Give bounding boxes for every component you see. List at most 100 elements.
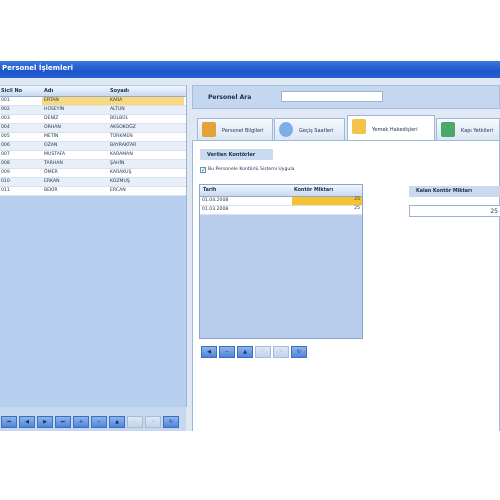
- remaining-value: 25: [409, 205, 500, 217]
- nav-delete-button[interactable]: −: [91, 416, 107, 428]
- cell-id: 010: [1, 179, 10, 184]
- cell-surname: KARAKUŞ: [110, 170, 132, 175]
- cell-name: DENİZ: [44, 116, 59, 121]
- section-title: Verilen Kontörler: [200, 149, 273, 160]
- cell-surname: BÜLBÜL: [110, 116, 129, 121]
- cell-surname: ERCAN: [110, 188, 126, 193]
- left-panel: Sicil No Adı Soyadı 001 ERTAN KARA 002 HÜSEY…: [0, 85, 187, 431]
- nav-edit-button[interactable]: ▲: [109, 416, 125, 428]
- column-header-name[interactable]: Adı: [44, 88, 53, 94]
- personnel-grid[interactable]: Sicil No Adı Soyadı 001 ERTAN KARA 002 HÜSEY…: [0, 85, 187, 407]
- table-row[interactable]: 01.04.2008 25: [200, 197, 362, 206]
- cell-name: METİN: [44, 134, 59, 139]
- nav-edit-button[interactable]: ▲: [237, 346, 253, 358]
- tab-label: Kapı Yetkileri: [461, 128, 494, 134]
- cell-id: 008: [1, 161, 10, 166]
- tab-personnel-info[interactable]: Personel Bilgileri: [197, 118, 273, 140]
- cell-id: 003: [1, 116, 10, 121]
- tab-meal-entitlements[interactable]: Yemek Hakedişleri: [347, 115, 435, 140]
- remaining-title: Kalan Kontör Miktarı: [409, 186, 500, 197]
- checkbox-label[interactable]: Bu Personele Kontörlü Sistemi Uygula: [208, 167, 294, 172]
- nav-post-button[interactable]: ✓: [127, 416, 143, 428]
- cell-name: ERKAN: [44, 179, 60, 184]
- search-bar: Personel Ara: [192, 85, 500, 109]
- cell-id: 004: [1, 125, 10, 130]
- right-panel: Personel Ara Personel Bilgileri Geçiş Sa…: [192, 85, 500, 431]
- kontor-navigator: ◀ − ▲ ✓ ✕ ↻: [201, 346, 307, 358]
- nav-insert-button[interactable]: +: [73, 416, 89, 428]
- table-row[interactable]: 007 MUSTAFA KARAMAN: [0, 151, 186, 160]
- cell-surname: KARA: [108, 97, 184, 105]
- table-row[interactable]: 001 ERTAN KARA: [0, 97, 186, 106]
- title-bar[interactable]: Personel İşlemleri: [0, 61, 500, 78]
- nav-refresh-button[interactable]: ↻: [163, 416, 179, 428]
- table-row[interactable]: 006 OZAN BAYRAKTAR: [0, 142, 186, 151]
- column-header-date[interactable]: Tarih: [203, 188, 216, 193]
- tab-access-times[interactable]: Geçiş Saatleri: [274, 118, 345, 140]
- tab-label: Personel Bilgileri: [222, 128, 264, 134]
- cell-id: 009: [1, 170, 10, 175]
- cell-name: ERTAN: [42, 97, 108, 105]
- table-row[interactable]: 009 ÖMER KARAKUŞ: [0, 169, 186, 178]
- table-row[interactable]: 002 HÜSEYİN ALTUN: [0, 106, 186, 115]
- nav-last-button[interactable]: ⏭: [55, 416, 71, 428]
- clock-icon: [279, 122, 293, 137]
- nav-delete-button[interactable]: −: [219, 346, 235, 358]
- cell-surname: AKSOKOĞZ: [110, 125, 136, 130]
- cell-name: HÜSEYİN: [44, 107, 65, 112]
- nav-cancel-button[interactable]: ✕: [273, 346, 289, 358]
- column-header-surname[interactable]: Soyadı: [110, 88, 129, 94]
- cell-name: MUSTAFA: [44, 152, 66, 157]
- column-header-amount[interactable]: Kontör Miktarı: [294, 188, 333, 193]
- kontor-grid-header: Tarih Kontör Miktarı: [200, 185, 362, 197]
- personnel-window: Personel İşlemleri Sicil No Adı Soyadı 0…: [0, 61, 500, 431]
- cell-date: 01.03.2008: [202, 207, 229, 212]
- cell-name: TARHAN: [44, 161, 63, 166]
- nav-prior-button[interactable]: ◀: [19, 416, 35, 428]
- table-row[interactable]: 01.03.2008 25: [200, 206, 362, 215]
- grid-navigator: ⏮ ◀ ▶ ⏭ + − ▲ ✓ ✕ ↻: [1, 416, 179, 428]
- person-card-icon: [202, 122, 216, 137]
- tab-door-permissions[interactable]: Kapı Yetkileri: [436, 118, 500, 140]
- cell-amount: 25: [354, 206, 360, 211]
- table-row[interactable]: 005 METİN TÜRKMEN: [0, 133, 186, 142]
- table-row[interactable]: 010 ERKAN KOZMUŞ: [0, 178, 186, 187]
- cell-name: BEKİR: [44, 188, 58, 193]
- table-row[interactable]: 011 BEKİR ERCAN: [0, 187, 186, 196]
- nav-post-button[interactable]: ✓: [255, 346, 271, 358]
- nav-cancel-button[interactable]: ✕: [145, 416, 161, 428]
- notepad-icon: [352, 119, 366, 134]
- cell-surname: TÜRKMEN: [110, 134, 133, 139]
- nav-first-button[interactable]: ⏮: [1, 416, 17, 428]
- column-header-id[interactable]: Sicil No: [1, 88, 22, 94]
- search-input[interactable]: [281, 91, 383, 102]
- cell-id: 005: [1, 134, 10, 139]
- kontor-system-checkbox[interactable]: ✓: [200, 167, 206, 174]
- cell-id: 001: [1, 98, 10, 103]
- cell-name: ÖMER: [44, 170, 58, 175]
- table-row[interactable]: 008 TARHAN ŞAHİN: [0, 160, 186, 169]
- table-row[interactable]: 004 ORHAN AKSOKOĞZ: [0, 124, 186, 133]
- cell-surname: BAYRAKTAR: [110, 143, 137, 148]
- cell-name: OZAN: [44, 143, 58, 148]
- door-icon: [441, 122, 455, 137]
- grid-header: Sicil No Adı Soyadı: [0, 86, 186, 97]
- cell-id: 006: [1, 143, 10, 148]
- cell-id: 011: [1, 188, 10, 193]
- nav-prior-button[interactable]: ◀: [201, 346, 217, 358]
- cell-name: ORHAN: [44, 125, 61, 130]
- tab-label: Yemek Hakedişleri: [372, 127, 418, 133]
- cell-surname: ŞAHİN: [110, 161, 125, 166]
- cell-amount: 25: [292, 197, 362, 205]
- cell-date: 01.04.2008: [202, 198, 229, 203]
- nav-refresh-button[interactable]: ↻: [291, 346, 307, 358]
- kontor-grid[interactable]: Tarih Kontör Miktarı 01.04.2008 25 01.03.2…: [199, 184, 363, 339]
- cell-surname: ALTUN: [110, 107, 125, 112]
- cell-id: 007: [1, 152, 10, 157]
- window-title: Personel İşlemleri: [2, 64, 74, 72]
- cell-id: 002: [1, 107, 10, 112]
- cell-surname: KOZMUŞ: [110, 179, 130, 184]
- search-label: Personel Ara: [208, 94, 252, 101]
- nav-next-button[interactable]: ▶: [37, 416, 53, 428]
- table-row[interactable]: 003 DENİZ BÜLBÜL: [0, 115, 186, 124]
